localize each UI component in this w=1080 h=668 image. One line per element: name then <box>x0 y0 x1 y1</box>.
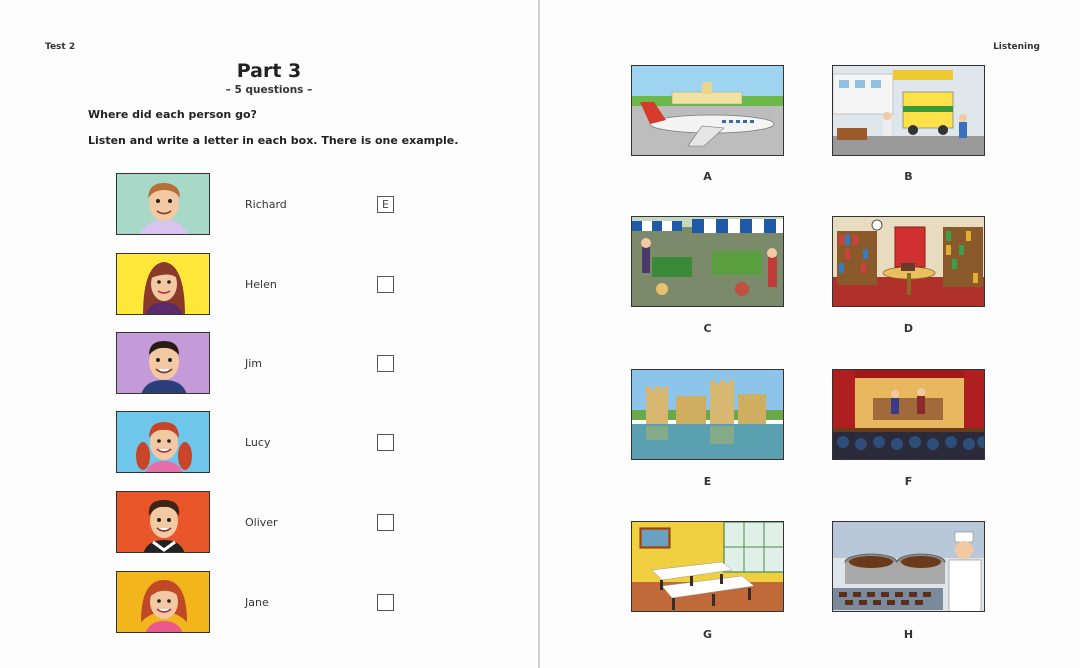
picture-letter: C <box>703 322 712 335</box>
question-text: Where did each person go? <box>88 108 257 121</box>
instruction-text: Listen and write a letter in each box. T… <box>88 134 459 147</box>
portrait-jim <box>116 332 210 394</box>
picture-a-airport <box>631 65 784 156</box>
person-name: Oliver <box>245 516 278 529</box>
person-row-lucy: Lucy <box>116 411 406 475</box>
answer-box-jim[interactable] <box>377 355 394 372</box>
test-label: Test 2 <box>45 42 76 52</box>
picture-c-market <box>631 216 784 307</box>
person-name: Lucy <box>245 436 271 449</box>
left-page: Test 2 Part 3 – 5 questions – Where did … <box>0 0 538 668</box>
picture-e-castle <box>631 369 784 460</box>
person-row-jim: Jim <box>116 332 406 396</box>
picture-letter: B <box>904 170 913 183</box>
person-name: Jane <box>245 596 269 609</box>
answer-box-jane[interactable] <box>377 594 394 611</box>
portrait-oliver <box>116 491 210 553</box>
picture-b-hospital <box>832 65 985 156</box>
part-subtitle: – 5 questions – <box>225 84 313 96</box>
right-page: Listening <box>540 0 1080 668</box>
person-row-jane: Jane <box>116 571 406 635</box>
person-name: Jim <box>245 357 263 370</box>
picture-f-theatre <box>832 369 985 460</box>
picture-h-chocolate-factory <box>832 521 985 612</box>
portrait-jane <box>116 571 210 633</box>
portrait-lucy <box>116 411 210 473</box>
answer-box-helen[interactable] <box>377 276 394 293</box>
portrait-helen <box>116 253 210 315</box>
portrait-richard <box>116 173 210 235</box>
person-row-helen: Helen <box>116 253 406 317</box>
section-label: Listening <box>993 42 1040 52</box>
picture-g-restaurant <box>631 521 784 612</box>
person-name: Richard <box>245 198 287 211</box>
picture-letter: E <box>703 475 712 488</box>
picture-letter: H <box>903 628 914 641</box>
picture-letter: A <box>703 170 712 183</box>
person-row-oliver: Oliver <box>116 491 406 555</box>
person-row-richard: Richard E <box>116 173 406 237</box>
picture-letter: G <box>702 628 713 641</box>
answer-box-example: E <box>377 196 394 213</box>
answer-box-lucy[interactable] <box>377 434 394 451</box>
picture-d-library <box>832 216 985 307</box>
part-title: Part 3 <box>236 60 302 82</box>
person-name: Helen <box>245 278 277 291</box>
answer-box-oliver[interactable] <box>377 514 394 531</box>
picture-letter: F <box>904 475 913 488</box>
picture-letter: D <box>903 322 914 335</box>
